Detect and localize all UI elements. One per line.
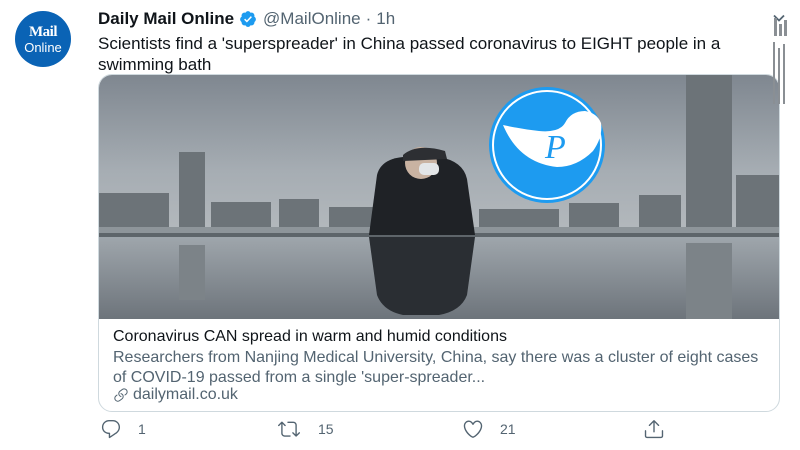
account-name[interactable]: Daily Mail Online: [98, 9, 234, 29]
reply-icon: [101, 420, 121, 439]
tweet-header: Daily Mail Online @MailOnline · 1h: [98, 9, 395, 29]
avatar-logo-line2: Online: [24, 39, 62, 55]
retweet-count: 15: [318, 421, 334, 437]
share-button[interactable]: [643, 418, 681, 440]
watermark-logo: [773, 18, 787, 104]
verified-badge-icon: [239, 10, 257, 28]
card-link[interactable]: dailymail.co.uk: [113, 386, 238, 404]
timestamp[interactable]: 1h: [376, 9, 395, 29]
account-handle[interactable]: @MailOnline: [263, 9, 361, 29]
tweet[interactable]: Mail Online Daily Mail Online @MailOnlin…: [0, 0, 800, 450]
card-title[interactable]: Coronavirus CAN spread in warm and humid…: [113, 328, 507, 346]
reply-count: 1: [138, 421, 146, 437]
like-count: 21: [500, 421, 516, 437]
like-button[interactable]: 21: [462, 418, 516, 440]
link-card[interactable]: P Coronavirus CAN spread in warm and hum…: [98, 74, 780, 412]
card-domain: dailymail.co.uk: [133, 386, 238, 403]
like-icon: [463, 420, 483, 438]
tweet-actions: 1 15 21: [100, 418, 680, 442]
reply-button[interactable]: 1: [100, 418, 146, 440]
retweet-icon: [278, 421, 300, 437]
card-image[interactable]: P: [99, 75, 779, 319]
share-icon: [644, 420, 664, 439]
svg-text:P: P: [544, 129, 566, 166]
retweet-button[interactable]: 15: [276, 418, 334, 440]
avatar[interactable]: Mail Online: [15, 11, 71, 67]
card-description: Researchers from Nanjing Medical Univers…: [113, 349, 759, 386]
separator-dot: ·: [365, 9, 372, 28]
avatar-logo-line1: Mail: [29, 23, 58, 40]
tweet-text: Scientists find a 'superspreader' in Chi…: [98, 34, 721, 74]
link-icon: [114, 388, 128, 402]
